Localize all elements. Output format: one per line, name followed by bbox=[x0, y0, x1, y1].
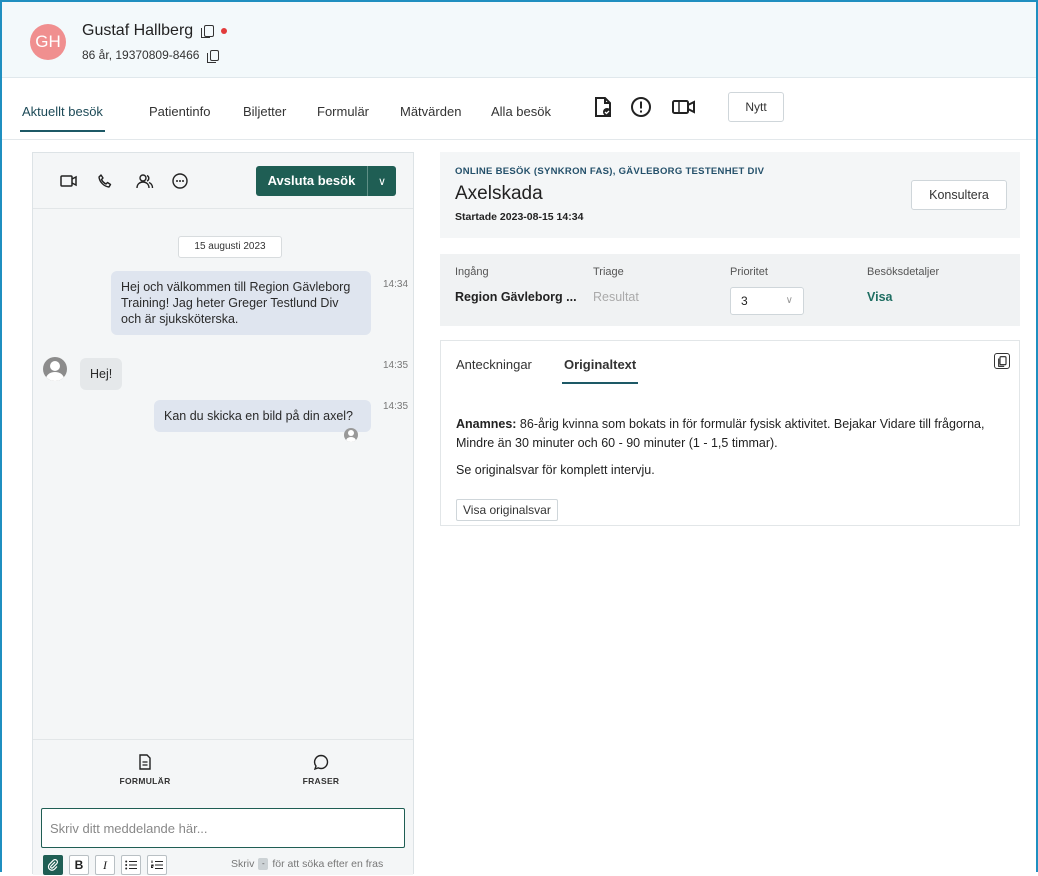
visit-card: ONLINE BESÖK (SYNKRON FAS), GÄVLEBORG TE… bbox=[440, 152, 1020, 238]
chat-panel: Avsluta besök ∨ 15 augusti 2023 Hej och … bbox=[32, 152, 414, 875]
visit-title: Axelskada bbox=[455, 183, 543, 204]
patient-name: Gustaf Hallberg bbox=[82, 22, 194, 39]
numbered-list-icon[interactable] bbox=[147, 855, 167, 875]
users-icon[interactable] bbox=[135, 171, 155, 191]
copy-icon[interactable] bbox=[994, 353, 1010, 369]
speech-bubble-icon bbox=[313, 754, 329, 770]
phrases-button[interactable]: FRASER bbox=[271, 754, 371, 786]
tab-alla-besok[interactable]: Alla besök bbox=[491, 104, 551, 119]
copy-name-icon[interactable] bbox=[201, 25, 215, 38]
italic-icon[interactable]: I bbox=[95, 855, 115, 875]
chat-bubble-icon[interactable] bbox=[170, 171, 190, 191]
visit-kicker: ONLINE BESÖK (SYNKRON FAS), GÄVLEBORG TE… bbox=[455, 166, 765, 177]
attach-icon[interactable] bbox=[43, 855, 63, 875]
forms-label: FORMULÄR bbox=[119, 776, 171, 786]
message-time: 14:35 bbox=[383, 360, 409, 371]
app-frame: GH Gustaf Hallberg 86 år, 19370809-8466 … bbox=[0, 0, 1038, 875]
message-composer[interactable] bbox=[41, 808, 405, 848]
document-icon bbox=[139, 754, 151, 770]
message-outgoing: Kan du skicka en bild på din axel? bbox=[154, 400, 371, 432]
message-input[interactable] bbox=[42, 809, 404, 847]
chevron-down-icon[interactable]: ∨ bbox=[368, 175, 396, 188]
contact-avatar bbox=[43, 357, 67, 381]
anamnes-text: Anamnes: 86-årig kvinna som bokats in fö… bbox=[456, 417, 985, 450]
forms-button[interactable]: FORMULÄR bbox=[95, 754, 195, 786]
message-outgoing: Hej och välkommen till Region Gävleborg … bbox=[111, 271, 371, 335]
tab-biljetter[interactable]: Biljetter bbox=[243, 104, 286, 119]
message-incoming: Hej! bbox=[80, 358, 122, 390]
alert-icon[interactable] bbox=[630, 95, 652, 119]
entry-value: Region Gävleborg ... bbox=[455, 290, 577, 304]
visit-started: Startade 2023-08-15 14:34 bbox=[455, 211, 584, 223]
priority-value: 3 bbox=[741, 294, 748, 308]
phone-icon[interactable] bbox=[95, 171, 115, 191]
copy-pnr-icon[interactable] bbox=[207, 49, 220, 63]
patient-avatar: GH bbox=[30, 24, 66, 60]
details-label: Besöksdetaljer bbox=[867, 266, 940, 278]
format-toolbar: B I bbox=[43, 854, 167, 876]
chat-bottom-bar: FORMULÄR FRASER B I bbox=[33, 739, 413, 875]
entry-label: Ingång bbox=[455, 266, 489, 278]
see-original-text: Se originalsvar för komplett intervju. bbox=[456, 463, 655, 477]
status-dot bbox=[221, 28, 228, 34]
message-time: 14:34 bbox=[383, 279, 409, 290]
hint-key: - bbox=[258, 858, 269, 870]
triage-value[interactable]: Resultat bbox=[593, 290, 639, 304]
priority-select[interactable]: 3 ∨ bbox=[730, 287, 804, 315]
video-call-icon[interactable] bbox=[670, 95, 698, 119]
patient-header: GH Gustaf Hallberg 86 år, 19370809-8466 bbox=[2, 2, 1036, 78]
tab-formular[interactable]: Formulär bbox=[317, 104, 369, 119]
chat-toolbar: Avsluta besök ∨ bbox=[33, 153, 413, 209]
visit-info-card: Ingång Region Gävleborg ... Triage Resul… bbox=[440, 254, 1020, 326]
video-icon[interactable] bbox=[59, 171, 79, 191]
triage-label: Triage bbox=[593, 266, 624, 278]
main-tabs: Aktuellt besök Patientinfo Biljetter For… bbox=[2, 78, 1036, 140]
tab-patientinfo[interactable]: Patientinfo bbox=[149, 104, 210, 119]
show-original-button[interactable]: Visa originalsvar bbox=[456, 499, 558, 521]
message-time: 14:35 bbox=[383, 401, 409, 412]
end-visit-button[interactable]: Avsluta besök ∨ bbox=[256, 166, 396, 196]
new-button[interactable]: Nytt bbox=[728, 92, 784, 122]
read-receipt-avatar bbox=[344, 428, 358, 442]
document-check-icon[interactable] bbox=[592, 95, 614, 119]
patient-name-row: Gustaf Hallberg bbox=[82, 22, 228, 40]
patient-meta-row: 86 år, 19370809-8466 bbox=[82, 48, 220, 63]
bullet-list-icon[interactable] bbox=[121, 855, 141, 875]
tab-notes[interactable]: Anteckningar bbox=[456, 357, 532, 372]
end-visit-label: Avsluta besök bbox=[256, 166, 368, 196]
priority-label: Prioritet bbox=[730, 266, 768, 278]
consult-button[interactable]: Konsultera bbox=[911, 180, 1007, 210]
tab-matvarden[interactable]: Mätvärden bbox=[400, 104, 461, 119]
tab-original[interactable]: Originaltext bbox=[561, 357, 639, 384]
notes-card: Anteckningar Originaltext Anamnes: 86-år… bbox=[440, 340, 1020, 526]
patient-age-pnr: 86 år, 19370809-8466 bbox=[82, 48, 200, 62]
phrase-hint: Skriv - för att söka efter en fras bbox=[231, 858, 384, 870]
date-separator: 15 augusti 2023 bbox=[178, 236, 282, 258]
chevron-down-icon: ∨ bbox=[785, 295, 793, 306]
phrases-label: FRASER bbox=[302, 776, 340, 786]
tab-aktuellt-besok[interactable]: Aktuellt besök bbox=[20, 104, 105, 132]
details-link[interactable]: Visa bbox=[867, 290, 893, 304]
bold-icon[interactable]: B bbox=[69, 855, 89, 875]
